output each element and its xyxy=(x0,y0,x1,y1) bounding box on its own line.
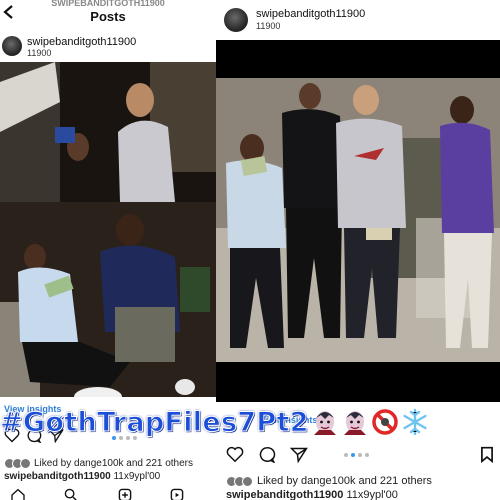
photo-top-letterbox xyxy=(216,40,500,78)
bottom-nav xyxy=(0,488,216,500)
overlay-caption-banner: #GøthTrapFiles7Pt2 xyxy=(0,402,500,442)
carousel-dot xyxy=(365,453,369,457)
likes-text: Liked by dange100k and 221 others xyxy=(257,475,432,487)
avatar[interactable] xyxy=(2,36,22,56)
post-caption: swipebanditgoth11900 11x9ypl'00 xyxy=(4,471,160,482)
caption-username[interactable]: swipebanditgoth11900 xyxy=(4,471,111,482)
vampire-man-icon xyxy=(311,408,339,436)
post-username[interactable]: swipebanditgoth11900 xyxy=(256,8,365,20)
post-caption: swipebanditgoth11900 11x9ypl'00 xyxy=(226,489,398,500)
post-username[interactable]: swipebanditgoth11900 xyxy=(27,36,136,48)
comment-icon[interactable] xyxy=(258,446,276,468)
post-photo[interactable] xyxy=(216,78,500,362)
post-location[interactable]: 11900 xyxy=(27,48,51,58)
carousel-dot xyxy=(344,453,348,457)
reels-icon[interactable] xyxy=(170,488,184,500)
photo-bottom-letterbox xyxy=(216,362,500,402)
post-location[interactable]: 11900 xyxy=(256,21,280,31)
heart-icon[interactable] xyxy=(226,446,244,468)
party-photo-image xyxy=(0,62,216,397)
post-photo[interactable] xyxy=(0,62,216,397)
caption-username[interactable]: swipebanditgoth11900 xyxy=(226,489,343,500)
carousel-dots xyxy=(344,453,369,457)
profile-username-header: SWIPEBANDITGOTH11900 xyxy=(51,0,165,8)
likes-text: Liked by dange100k and 221 others xyxy=(34,458,194,470)
snowflake-icon xyxy=(401,408,429,436)
new-post-icon[interactable] xyxy=(118,488,132,500)
avatar[interactable] xyxy=(224,8,248,32)
overlay-hashtag-text: #GøthTrapFiles7Pt2 xyxy=(0,406,309,438)
caption-text: 11x9ypl'00 xyxy=(113,471,161,482)
liker-avatar xyxy=(20,458,31,469)
likes-line[interactable]: Liked by dange100k and 221 others xyxy=(4,458,193,469)
home-icon[interactable] xyxy=(10,488,26,500)
likes-line[interactable]: Liked by dange100k and 221 others xyxy=(226,475,432,487)
caption-text: 11x9ypl'00 xyxy=(346,489,398,500)
liker-avatar xyxy=(242,475,253,487)
page-title: Posts xyxy=(90,9,126,24)
post-actions xyxy=(226,446,308,468)
share-icon[interactable] xyxy=(289,446,308,468)
bookmark-icon[interactable] xyxy=(480,446,494,468)
carousel-dot xyxy=(358,453,362,457)
vampire-man-icon xyxy=(341,408,369,436)
prohibited-icon xyxy=(371,408,399,436)
search-icon[interactable] xyxy=(64,488,78,500)
group-photo-image xyxy=(216,78,500,362)
carousel-dot xyxy=(351,453,355,457)
